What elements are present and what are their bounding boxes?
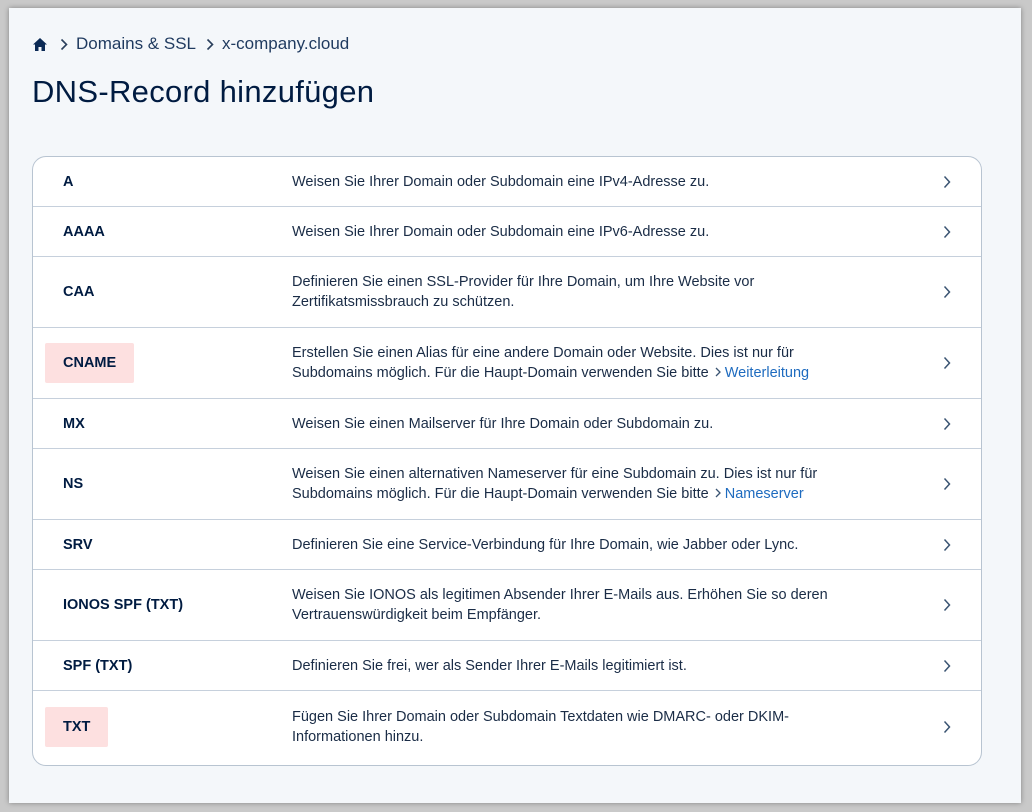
chevron-right-icon [941, 658, 953, 674]
record-row-aaaa[interactable]: AAAA Weisen Sie Ihrer Domain oder Subdom… [33, 207, 981, 257]
chevron-right-icon [941, 719, 953, 735]
record-type-label: MX [63, 415, 85, 432]
forwarding-link[interactable]: Weiterleitung [725, 365, 809, 381]
record-type-label: SRV [63, 536, 93, 553]
record-type-label: NS [63, 476, 84, 492]
record-type-label: AAAA [63, 223, 105, 240]
breadcrumb-domains[interactable]: Domains & SSL [76, 34, 196, 54]
record-description: Weisen Sie Ihrer Domain oder Subdomain e… [292, 173, 710, 190]
record-description: Fügen Sie Ihrer Domain oder Subdomain Te… [292, 708, 789, 745]
page-title: DNS-Record hinzufügen [32, 74, 375, 109]
breadcrumb: Domains & SSL x-company.cloud [32, 34, 355, 54]
record-type-label: SPF (TXT) [63, 657, 133, 674]
chevron-right-icon [941, 174, 953, 190]
record-description: Erstellen Sie einen Alias für eine ander… [292, 345, 810, 383]
record-type-label: TXT [45, 706, 109, 747]
record-type-label: IONOS SPF (TXT) [63, 597, 184, 613]
record-row-txt[interactable]: TXT Fügen Sie Ihrer Domain oder Subdomai… [33, 691, 981, 762]
chevron-right-icon [941, 224, 953, 240]
screenshot-frame: Domains & SSL x-company.cloud DNS-Record… [0, 0, 1032, 812]
record-row-cname[interactable]: CNAME Erstellen Sie einen Alias für eine… [33, 328, 981, 399]
chevron-right-icon [202, 38, 218, 51]
breadcrumb-domain-name[interactable]: x-company.cloud [222, 34, 349, 54]
chevron-right-icon [941, 597, 953, 613]
chevron-right-icon [715, 484, 721, 504]
chevron-right-icon [715, 363, 721, 383]
page: Domains & SSL x-company.cloud DNS-Record… [9, 8, 1021, 803]
record-type-label: CNAME [45, 343, 135, 383]
record-type-list: A Weisen Sie Ihrer Domain oder Subdomain… [32, 156, 982, 766]
record-description: Weisen Sie einen alternativen Nameserver… [292, 466, 818, 504]
nameserver-link[interactable]: Nameserver [725, 486, 804, 502]
record-description: Definieren Sie einen SSL-Provider für Ih… [292, 274, 755, 310]
record-description: Weisen Sie einen Mailserver für Ihre Dom… [292, 415, 714, 432]
chevron-right-icon [941, 537, 953, 553]
chevron-right-icon [941, 284, 953, 300]
record-row-spf[interactable]: SPF (TXT) Definieren Sie frei, wer als S… [33, 641, 981, 691]
record-description: Weisen Sie IONOS als legitimen Absender … [292, 587, 828, 623]
record-description: Definieren Sie eine Service-Verbindung f… [292, 536, 799, 553]
home-icon[interactable] [32, 36, 48, 52]
chevron-right-icon [941, 355, 953, 371]
record-row-mx[interactable]: MX Weisen Sie einen Mailserver für Ihre … [33, 399, 981, 449]
chevron-right-icon [941, 476, 953, 492]
record-type-label: A [63, 173, 74, 190]
record-row-srv[interactable]: SRV Definieren Sie eine Service-Verbindu… [33, 520, 981, 570]
record-description: Weisen Sie Ihrer Domain oder Subdomain e… [292, 223, 710, 240]
record-row-ionos-spf[interactable]: IONOS SPF (TXT) Weisen Sie IONOS als leg… [33, 570, 981, 641]
record-type-label: CAA [63, 284, 95, 300]
chevron-right-icon [56, 38, 72, 51]
record-row-ns[interactable]: NS Weisen Sie einen alternativen Nameser… [33, 449, 981, 520]
chevron-right-icon [941, 416, 953, 432]
record-row-a[interactable]: A Weisen Sie Ihrer Domain oder Subdomain… [33, 157, 981, 207]
record-description: Definieren Sie frei, wer als Sender Ihre… [292, 657, 687, 674]
record-row-caa[interactable]: CAA Definieren Sie einen SSL-Provider fü… [33, 257, 981, 328]
